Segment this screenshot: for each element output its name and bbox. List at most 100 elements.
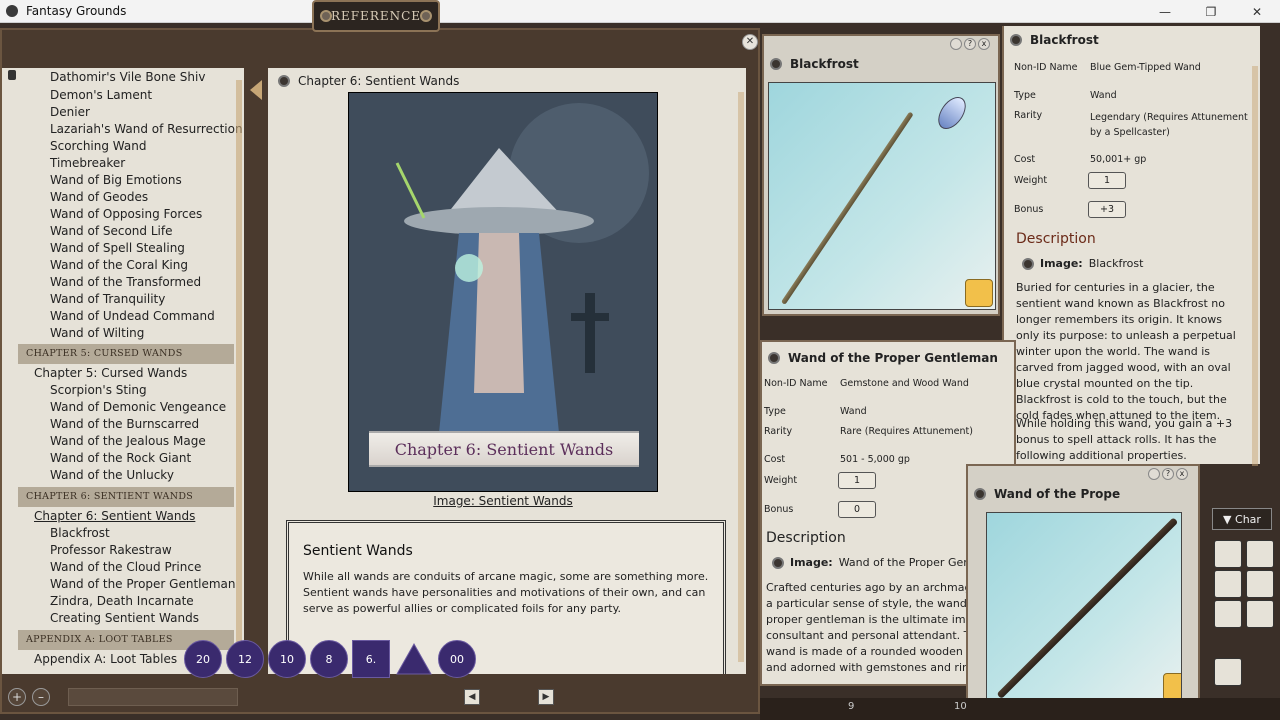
- list-item[interactable]: Wand of the Rock Giant: [50, 451, 191, 465]
- cost-value[interactable]: 501 - 5,000 gp: [840, 454, 910, 465]
- list-item[interactable]: Professor Rakestraw: [50, 543, 172, 557]
- list-item[interactable]: Wand of Spell Stealing: [50, 241, 185, 255]
- close-icon[interactable]: x: [978, 38, 990, 50]
- list-item[interactable]: Creating Sentient Wands: [50, 611, 199, 625]
- shield-icon[interactable]: [1246, 540, 1274, 568]
- lock-icon[interactable]: [8, 70, 16, 80]
- link-icon[interactable]: [974, 488, 986, 500]
- hotkey-number[interactable]: 9: [848, 701, 854, 712]
- die-icon[interactable]: 12: [226, 640, 264, 678]
- chapter-image[interactable]: Chapter 6: Sentient Wands: [348, 92, 658, 492]
- help-icon[interactable]: ?: [964, 38, 976, 50]
- list-item[interactable]: Wand of the Burnscarred: [50, 417, 199, 431]
- type-value[interactable]: Wand: [1090, 90, 1117, 101]
- list-item[interactable]: Wand of Big Emotions: [50, 173, 182, 187]
- image-link[interactable]: Image: Blackfrost: [1022, 257, 1143, 270]
- die-icon[interactable]: 6.: [352, 640, 390, 678]
- link-icon[interactable]: [950, 38, 962, 50]
- filter-input[interactable]: [68, 688, 238, 706]
- wizard-hat-icon[interactable]: [1246, 600, 1274, 628]
- die-icon[interactable]: 20: [184, 640, 222, 678]
- char-button[interactable]: ▼ Char: [1212, 508, 1272, 530]
- previous-page-button[interactable]: ◀: [464, 689, 480, 705]
- list-item[interactable]: Wand of the Cloud Prince: [50, 560, 201, 574]
- minimize-icon[interactable]: —: [1142, 0, 1188, 23]
- add-icon[interactable]: +: [8, 688, 26, 706]
- list-item[interactable]: Wand of Opposing Forces: [50, 207, 202, 221]
- list-item[interactable]: Zindra, Death Incarnate: [50, 594, 194, 608]
- image-caption-link[interactable]: Image: Sentient Wands: [348, 494, 658, 508]
- nonid-value[interactable]: Gemstone and Wood Wand: [840, 378, 969, 389]
- list-item[interactable]: Chapter 6: Sentient Wands: [34, 509, 195, 523]
- next-page-button[interactable]: ▶: [538, 689, 554, 705]
- list-item[interactable]: Wand of the Proper Gentleman: [50, 577, 236, 591]
- cost-label: Cost: [1014, 154, 1036, 165]
- list-item[interactable]: Wand of Wilting: [50, 326, 144, 340]
- list-item[interactable]: Wand of Undead Command: [50, 309, 215, 323]
- link-icon[interactable]: [770, 58, 782, 70]
- list-item[interactable]: Wand of Demonic Vengeance: [50, 400, 226, 414]
- die-icon[interactable]: 00: [438, 640, 476, 678]
- reference-close-button[interactable]: ✕: [742, 34, 758, 50]
- list-item[interactable]: Chapter 5: Cursed Wands: [34, 366, 187, 380]
- list-item[interactable]: Scorpion's Sting: [50, 383, 147, 397]
- bonus-field[interactable]: 0: [838, 501, 876, 518]
- list-item[interactable]: Demon's Lament: [50, 88, 152, 102]
- list-item[interactable]: Wand of the Transformed: [50, 275, 201, 289]
- close-icon[interactable]: x: [1176, 468, 1188, 480]
- list-item[interactable]: Denier: [50, 105, 90, 119]
- details-scrollbar[interactable]: [1252, 66, 1258, 466]
- list-item[interactable]: Scorching Wand: [50, 139, 146, 153]
- description-heading: Description: [766, 530, 846, 546]
- list-item[interactable]: Blackfrost: [50, 526, 110, 540]
- list-item[interactable]: Wand of the Coral King: [50, 258, 188, 272]
- play-icon[interactable]: [1214, 658, 1242, 686]
- link-icon[interactable]: [278, 75, 290, 87]
- list-section-header[interactable]: CHAPTER 6: SENTIENT WANDS: [18, 487, 234, 507]
- type-value[interactable]: Wand: [840, 406, 867, 417]
- rarity-value[interactable]: Legendary (Requires Attunement by a Spel…: [1090, 110, 1258, 140]
- die-icon[interactable]: 8: [310, 640, 348, 678]
- bonus-label: Bonus: [764, 504, 794, 515]
- rarity-value[interactable]: Rare (Requires Attunement): [840, 426, 973, 437]
- blackfrost-image[interactable]: [768, 82, 996, 310]
- forge-icon[interactable]: [1163, 673, 1181, 701]
- collapse-arrow-icon[interactable]: [250, 80, 262, 100]
- list-item[interactable]: Dathomir's Vile Bone Shiv: [50, 70, 205, 84]
- link-icon[interactable]: [1010, 34, 1022, 46]
- notes-icon[interactable]: [1214, 540, 1242, 568]
- die-icon[interactable]: 10: [268, 640, 306, 678]
- fist-icon[interactable]: [1214, 570, 1242, 598]
- weight-field[interactable]: 1: [838, 472, 876, 489]
- weight-field[interactable]: 1: [1088, 172, 1126, 189]
- close-icon[interactable]: ✕: [1234, 0, 1280, 23]
- list-item[interactable]: Timebreaker: [50, 156, 125, 170]
- die-icon[interactable]: [394, 640, 434, 678]
- link-icon[interactable]: [1148, 468, 1160, 480]
- list-item[interactable]: Lazariah's Wand of Resurrection: [50, 122, 243, 136]
- list-item[interactable]: Wand of Second Life: [50, 224, 172, 238]
- list-item[interactable]: Wand of the Jealous Mage: [50, 434, 206, 448]
- maximize-icon[interactable]: ❐: [1188, 0, 1234, 23]
- forge-icon[interactable]: [965, 279, 993, 307]
- content-scrollbar[interactable]: [738, 92, 744, 662]
- list-item[interactable]: Wand of Tranquility: [50, 292, 165, 306]
- link-icon[interactable]: [768, 352, 780, 364]
- image-link[interactable]: Image: Wand of the Proper Gent: [772, 556, 975, 569]
- gentleman-image[interactable]: [986, 512, 1182, 704]
- nonid-value[interactable]: Blue Gem-Tipped Wand: [1090, 62, 1201, 73]
- reference-list-panel: Dathomir's Vile Bone Shiv Demon's Lament D…: [2, 68, 244, 674]
- hotkey-number[interactable]: 10: [954, 701, 967, 712]
- reference-tab[interactable]: Reference: [312, 0, 440, 32]
- help-icon[interactable]: ?: [1162, 468, 1174, 480]
- bonus-field[interactable]: +3: [1088, 201, 1126, 218]
- list-scrollbar[interactable]: [236, 80, 242, 670]
- list-item[interactable]: Appendix A: Loot Tables: [34, 652, 177, 666]
- list-section-header[interactable]: CHAPTER 5: CURSED WANDS: [18, 344, 234, 364]
- cost-value[interactable]: 50,001+ gp: [1090, 154, 1146, 165]
- tools-icon[interactable]: [1214, 600, 1242, 628]
- remove-icon[interactable]: –: [32, 688, 50, 706]
- list-item[interactable]: Wand of Geodes: [50, 190, 148, 204]
- monster-icon[interactable]: [1246, 570, 1274, 598]
- list-item[interactable]: Wand of the Unlucky: [50, 468, 174, 482]
